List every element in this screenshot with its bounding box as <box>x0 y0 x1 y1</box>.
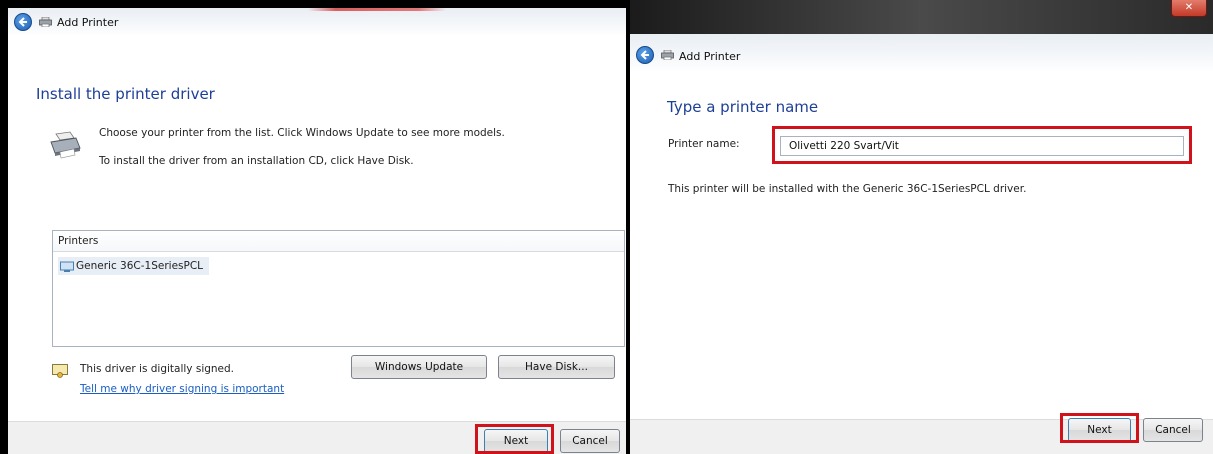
cancel-button[interactable]: Cancel <box>1143 418 1203 442</box>
title-bar: Add Printer <box>630 34 1213 72</box>
add-printer-dialog-name: Add Printer Type a printer name Printer … <box>630 34 1213 454</box>
list-item[interactable]: Generic 36C-1SeriesPCL <box>58 257 210 275</box>
window-title: Add Printer <box>57 16 119 29</box>
printer-name-label: Printer name: <box>668 138 740 150</box>
window-frame: ✕ <box>630 0 1213 34</box>
next-button-highlight <box>1060 413 1139 443</box>
signed-driver-text: This driver is digitally signed. <box>80 363 235 375</box>
have-disk-button[interactable]: Have Disk... <box>498 355 615 379</box>
page-heading: Type a printer name <box>667 98 819 116</box>
back-arrow-icon[interactable] <box>636 46 654 64</box>
printer-icon <box>39 17 52 27</box>
window-title: Add Printer <box>679 50 741 63</box>
list-header: Printers <box>53 231 624 252</box>
printer-icon <box>661 50 674 60</box>
printer-driver-icon <box>50 131 81 159</box>
driver-signing-link[interactable]: Tell me why driver signing is important <box>80 383 284 395</box>
instruction-text: Choose your printer from the list. Click… <box>99 127 505 139</box>
printer-name: Generic 36C-1SeriesPCL <box>76 260 204 272</box>
windows-update-button[interactable]: Windows Update <box>351 355 487 379</box>
title-bar: Add Printer <box>8 8 626 36</box>
back-arrow-icon[interactable] <box>14 13 32 31</box>
printer-list-icon <box>60 261 74 272</box>
cancel-button[interactable]: Cancel <box>560 429 620 453</box>
driver-info-text: This printer will be installed with the … <box>668 183 1027 195</box>
have-disk-instruction: To install the driver from an installati… <box>99 155 414 167</box>
next-button-highlight <box>475 424 554 454</box>
printers-list[interactable]: Printers Generic 36C-1SeriesPCL <box>52 230 625 347</box>
certificate-icon <box>52 364 68 378</box>
page-heading: Install the printer driver <box>36 85 215 103</box>
close-icon[interactable]: ✕ <box>1171 0 1207 17</box>
add-printer-dialog-driver: Add Printer Install the printer driver C… <box>8 8 626 454</box>
printer-name-highlight <box>772 126 1192 164</box>
